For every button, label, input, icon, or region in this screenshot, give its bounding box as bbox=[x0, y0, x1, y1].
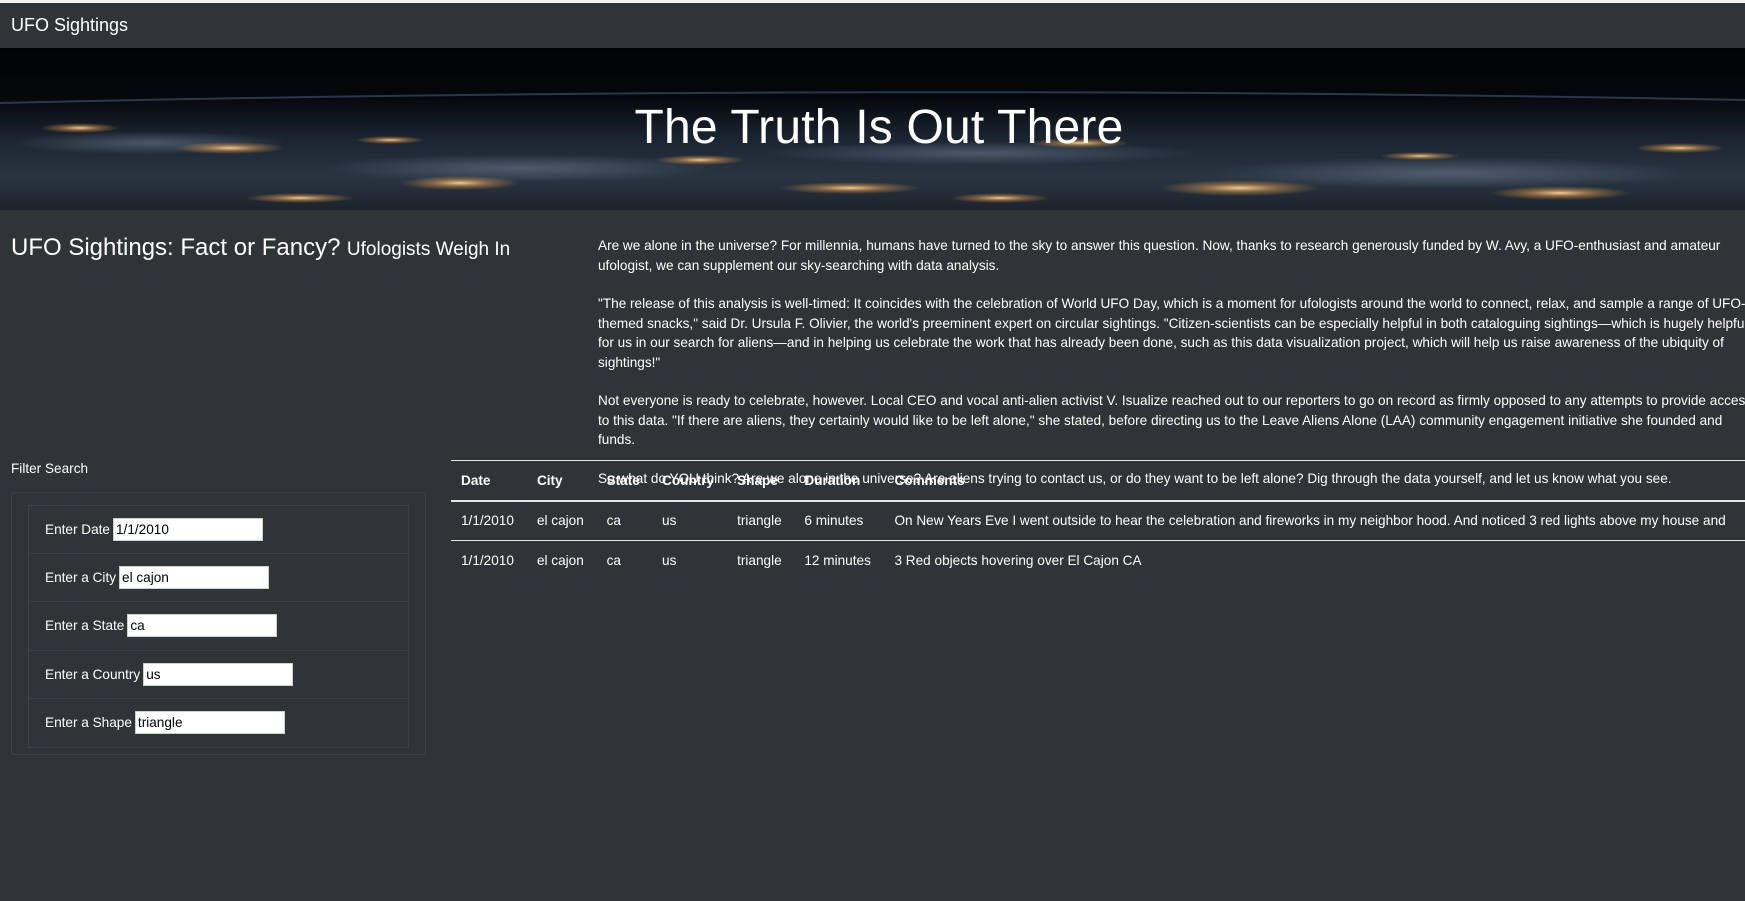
filter-item-state: Enter a State bbox=[29, 602, 408, 651]
cell-city: el cajon bbox=[536, 513, 584, 529]
ufo-table: Date City State Country Shape Duration C… bbox=[451, 460, 1745, 581]
article-paragraph: Are we alone in the universe? For millen… bbox=[598, 238, 1721, 273]
cell-state: ca bbox=[606, 553, 621, 569]
table-header-row: Date City State Country Shape Duration C… bbox=[451, 460, 1745, 502]
column-header-city: City bbox=[526, 460, 597, 502]
filter-shape-label: Enter a Shape bbox=[45, 715, 132, 731]
column-header-date: Date bbox=[451, 460, 527, 502]
cell-date: 1/1/2010 bbox=[461, 513, 514, 529]
cell-shape: triangle bbox=[737, 553, 782, 569]
state-input[interactable] bbox=[127, 614, 278, 638]
city-input[interactable] bbox=[119, 566, 270, 590]
article-title: UFO Sightings: Fact or Fancy? bbox=[11, 234, 341, 261]
cell-comments: 3 Red objects hovering over El Cajon CA bbox=[894, 553, 1142, 569]
cell-state: ca bbox=[606, 513, 621, 529]
article-paragraph: Not everyone is ready to celebrate, howe… bbox=[598, 393, 1745, 447]
cell-date: 1/1/2010 bbox=[461, 553, 514, 569]
ufo-table-container: Date City State Country Shape Duration C… bbox=[451, 460, 1745, 581]
filter-item-city: Enter a City bbox=[29, 554, 408, 603]
filter-item-date: Enter Date bbox=[29, 506, 408, 555]
filter-search-heading: Filter Search bbox=[11, 461, 89, 476]
column-header-state: State bbox=[596, 460, 653, 502]
date-input[interactable] bbox=[112, 518, 263, 542]
filter-item-country: Enter a Country bbox=[29, 651, 408, 699]
cell-shape: triangle bbox=[737, 513, 782, 529]
shape-input[interactable] bbox=[134, 711, 285, 735]
table-row: 1/1/2010 el cajon ca us triangle 12 minu… bbox=[451, 541, 1745, 581]
column-header-duration: Duration bbox=[794, 460, 885, 502]
filter-list: Enter Date Enter a City Enter a State En… bbox=[28, 505, 409, 748]
hero-title: The Truth Is Out There bbox=[634, 101, 1124, 154]
cell-duration: 12 minutes bbox=[804, 553, 871, 569]
cell-country: us bbox=[662, 553, 677, 569]
navbar-brand[interactable]: UFO Sightings bbox=[11, 15, 128, 36]
filter-date-label: Enter Date bbox=[45, 522, 110, 538]
filter-country-label: Enter a Country bbox=[45, 666, 141, 682]
filter-state-label: Enter a State bbox=[45, 618, 125, 634]
column-header-country: Country bbox=[652, 460, 728, 502]
table-row: 1/1/2010 el cajon ca us triangle 6 minut… bbox=[451, 501, 1745, 541]
column-header-shape: Shape bbox=[727, 460, 795, 502]
country-input[interactable] bbox=[143, 662, 294, 686]
filter-item-shape: Enter a Shape bbox=[29, 699, 408, 747]
navbar: UFO Sightings bbox=[0, 0, 1745, 48]
cell-comments: On New Years Eve I went outside to hear … bbox=[894, 513, 1726, 529]
article-paragraph: "The release of this analysis is well-ti… bbox=[598, 296, 1745, 370]
cell-city: el cajon bbox=[536, 553, 584, 569]
cell-duration: 6 minutes bbox=[804, 513, 864, 529]
hero-banner: The Truth Is Out There bbox=[0, 48, 1745, 210]
column-header-comments: Comments bbox=[884, 460, 1745, 502]
cell-country: us bbox=[662, 513, 677, 529]
article-subtitle: Ufologists Weigh In bbox=[346, 239, 511, 260]
filter-panel: Enter Date Enter a City Enter a State En… bbox=[11, 492, 426, 755]
article-heading: UFO Sightings: Fact or Fancy? Ufologists… bbox=[11, 234, 510, 262]
filter-city-label: Enter a City bbox=[45, 570, 117, 586]
